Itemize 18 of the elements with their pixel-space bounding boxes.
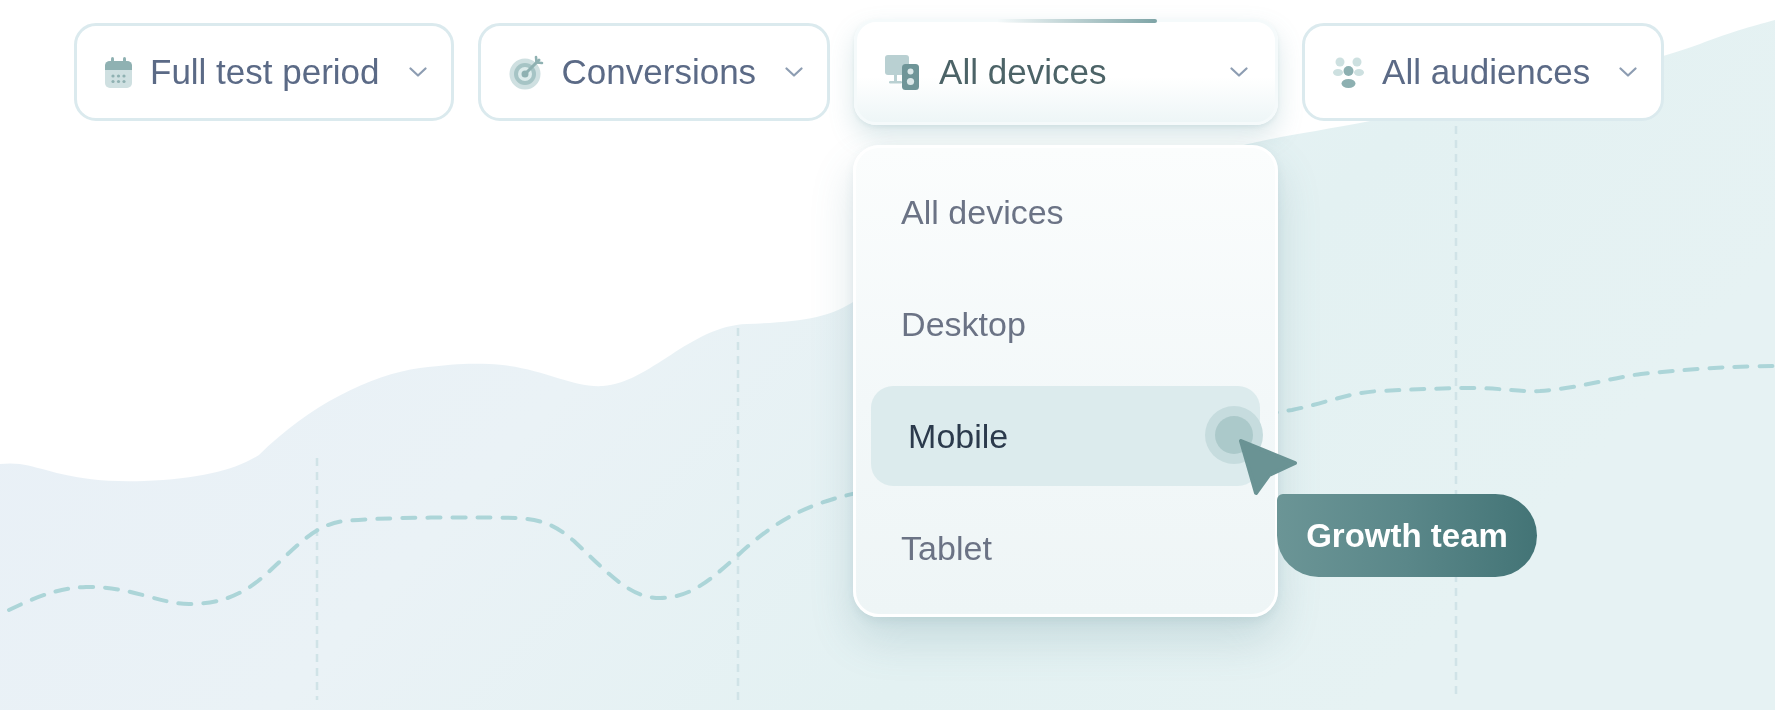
chevron-down-icon bbox=[1230, 67, 1249, 77]
cursor-icon bbox=[1238, 438, 1298, 496]
menu-option[interactable]: Tablet bbox=[871, 498, 1261, 598]
calendar-icon bbox=[105, 56, 132, 88]
filter-dropdown[interactable]: Full test period bbox=[74, 23, 454, 121]
filter-dropdown[interactable]: Conversions bbox=[477, 23, 831, 121]
menu-option[interactable]: Mobile bbox=[871, 386, 1261, 486]
chevron-down-icon bbox=[408, 67, 427, 77]
chevron-down-icon bbox=[1619, 67, 1638, 77]
menu-option[interactable]: All devices bbox=[871, 162, 1261, 262]
menu-option[interactable]: Desktop bbox=[871, 274, 1261, 374]
filter-dropdown[interactable]: All devices bbox=[854, 19, 1279, 125]
people-icon bbox=[1333, 56, 1365, 88]
filter-dropdown[interactable]: All audiences bbox=[1302, 23, 1665, 121]
devices-icon bbox=[885, 54, 922, 90]
target-icon bbox=[508, 54, 544, 90]
name-tag: Growth team bbox=[1277, 494, 1537, 577]
chevron-down-icon bbox=[785, 67, 804, 77]
